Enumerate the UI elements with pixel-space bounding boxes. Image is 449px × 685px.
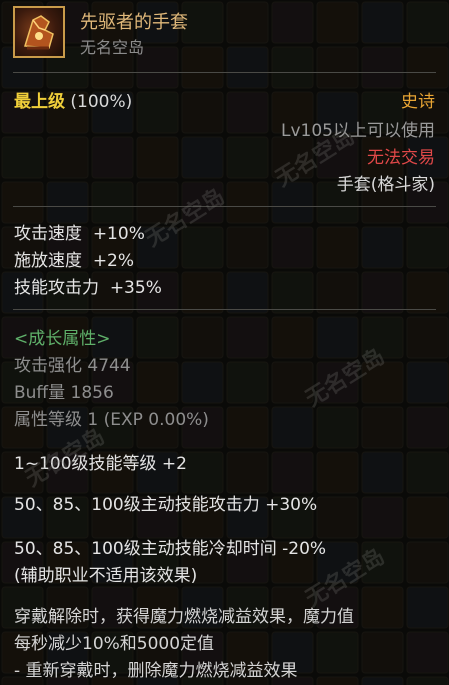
buff-amount: Buff量 1856: [14, 383, 114, 403]
grade-percent: (100%): [70, 92, 133, 112]
grade-label: 最上级: [14, 92, 65, 112]
gauntlet-icon: [13, 6, 65, 58]
stat-name: 施放速度: [14, 251, 82, 271]
effect-note: (辅助职业不适用该效果): [14, 566, 198, 586]
divider: [13, 72, 436, 73]
attack-boost: 攻击强化 4744: [14, 356, 131, 376]
stat-value: +35%: [109, 278, 162, 298]
slot-type: 手套(格斗家): [336, 175, 435, 195]
rarity-label: 史诗: [401, 92, 435, 112]
stat-cast-speed: 施放速度 +2%: [14, 246, 134, 271]
stat-value: +2%: [92, 251, 135, 271]
effect-line: 50、85、100级主动技能冷却时间 -20%: [14, 539, 327, 559]
effect-line: 1~100级技能等级 +2: [14, 454, 187, 474]
stat-name: 攻击速度: [14, 224, 82, 244]
item-tooltip: 先驱者的手套 无名空岛 最上级 (100%) 史诗 Lv105以上可以使用 无法…: [0, 0, 449, 685]
stat-attack-speed: 攻击速度 +10%: [14, 219, 145, 244]
growth-title: <成长属性>: [14, 329, 111, 349]
stat-value: +10%: [92, 224, 145, 244]
stat-name: 技能攻击力: [14, 278, 99, 298]
effect-line: 50、85、100级主动技能攻击力 +30%: [14, 495, 318, 515]
attribute-level: 属性等级 1 (EXP 0.00%): [14, 410, 209, 430]
item-name: 先驱者的手套: [80, 12, 188, 33]
special-effect-line: - 重新穿戴时，删除魔力燃烧减益效果: [14, 661, 298, 681]
divider: [13, 309, 436, 310]
special-effect-line: 每秒减少10%和5000定值: [14, 634, 215, 654]
trade-status: 无法交易: [367, 148, 435, 168]
tooltip-header: 先驱者的手套 无名空岛: [0, 0, 449, 68]
divider: [13, 206, 436, 207]
level-requirement: Lv105以上可以使用: [281, 121, 435, 141]
special-effect-line: 穿戴解除时，获得魔力燃烧减益效果，魔力值: [14, 607, 354, 627]
item-source: 无名空岛: [80, 38, 145, 57]
stat-skill-attack: 技能攻击力 +35%: [14, 273, 162, 298]
grade-line: 最上级 (100%): [14, 87, 132, 112]
